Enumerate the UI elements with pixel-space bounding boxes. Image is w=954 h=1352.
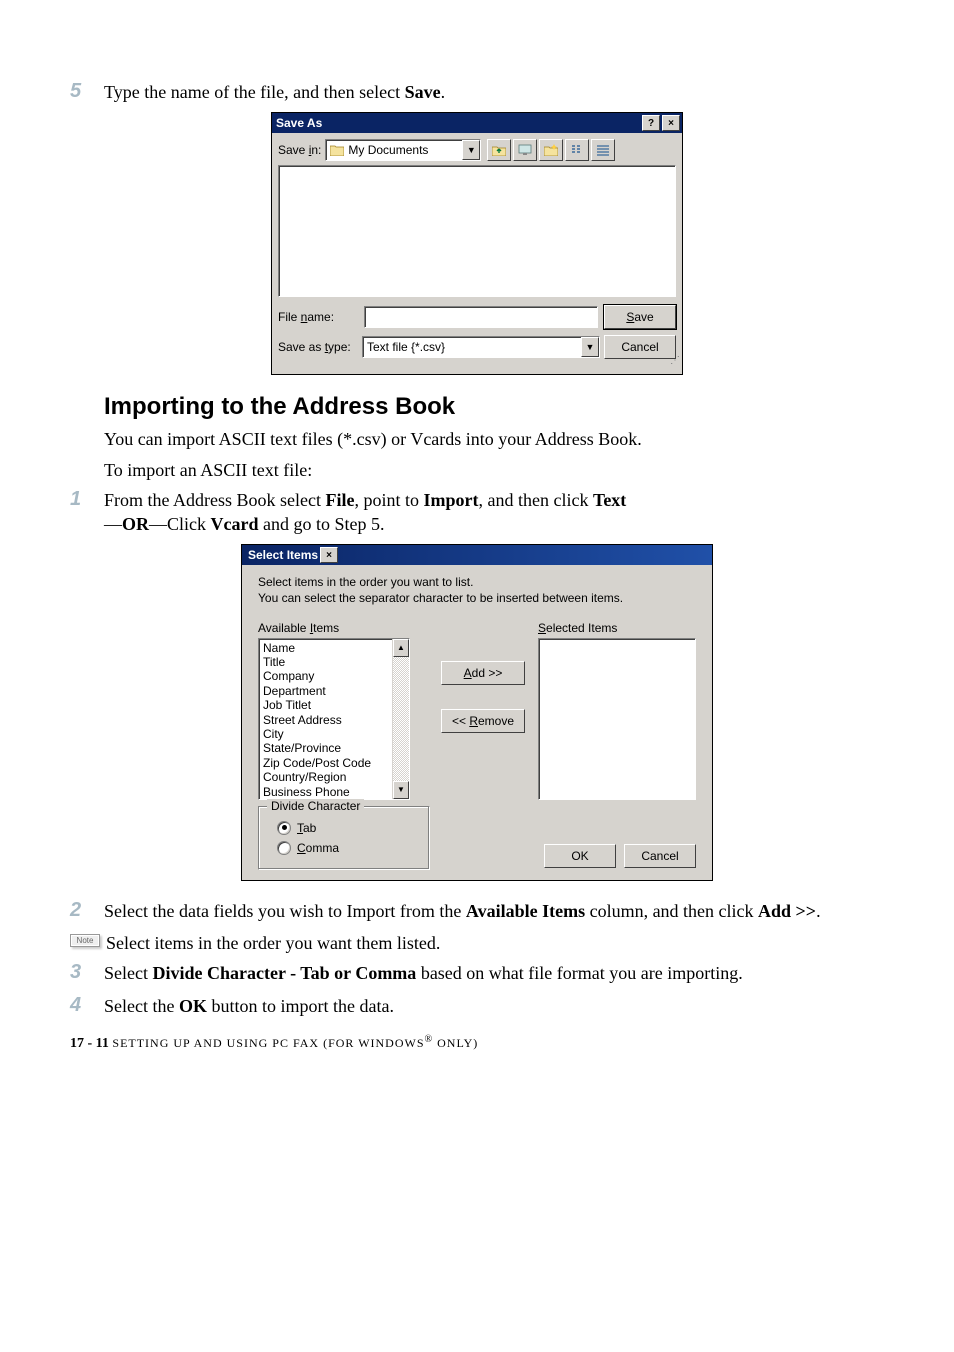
save-in-label: Save in: bbox=[278, 143, 321, 157]
step-4: 4 Select the OK button to import the dat… bbox=[70, 994, 884, 1018]
scroll-down-icon[interactable]: ▼ bbox=[393, 781, 409, 799]
list-item[interactable]: State/Province bbox=[263, 741, 388, 755]
add-button[interactable]: Add >> bbox=[441, 661, 525, 685]
ok-button[interactable]: OK bbox=[544, 844, 616, 868]
page-footer: 17 - 11 SETTING UP AND USING PC FAX (FOR… bbox=[70, 1034, 884, 1052]
folder-icon bbox=[330, 144, 344, 156]
new-folder-button[interactable] bbox=[539, 139, 563, 161]
list-item[interactable]: Country/Region bbox=[263, 770, 388, 784]
dialog-titlebar: Select Items × bbox=[242, 545, 712, 565]
file-name-field[interactable] bbox=[364, 306, 598, 328]
note-icon: Note bbox=[70, 934, 100, 947]
save-type-label: Save as type: bbox=[278, 340, 358, 354]
step-3: 3 Select Divide Character - Tab or Comma… bbox=[70, 961, 884, 985]
scrollbar[interactable]: ▲ ▼ bbox=[392, 639, 409, 799]
note: Note Select items in the order you want … bbox=[70, 931, 884, 955]
step-number: 2 bbox=[70, 899, 104, 922]
list-item[interactable]: Name bbox=[263, 641, 388, 655]
save-as-dialog: Save As ? × Save in: My Documents ▼ bbox=[271, 112, 683, 375]
available-items-listbox[interactable]: Name Title Company Department Job Titlet… bbox=[258, 638, 410, 800]
selected-items-label: Selected Items bbox=[538, 621, 696, 635]
cancel-button[interactable]: Cancel bbox=[624, 844, 696, 868]
step-number: 4 bbox=[70, 994, 104, 1017]
body-paragraph: You can import ASCII text files (*.csv) … bbox=[104, 427, 884, 451]
page-number: 17 - 11 bbox=[70, 1036, 109, 1051]
dialog-title: Save As bbox=[276, 116, 322, 130]
file-list[interactable] bbox=[278, 165, 676, 297]
step-number: 3 bbox=[70, 961, 104, 984]
remove-button[interactable]: << Remove bbox=[441, 709, 525, 733]
list-item[interactable]: Company bbox=[263, 669, 388, 683]
list-item[interactable]: Street Address bbox=[263, 713, 388, 727]
radio-tab[interactable]: Tab bbox=[277, 821, 419, 835]
desktop-icon bbox=[518, 144, 532, 156]
save-in-value: My Documents bbox=[348, 143, 428, 157]
body-paragraph: To import an ASCII text file: bbox=[104, 458, 884, 482]
step-text: Select the data fields you wish to Impor… bbox=[104, 899, 884, 923]
step-5: 5 Type the name of the file, and then se… bbox=[70, 80, 884, 104]
list-item[interactable]: City bbox=[263, 727, 388, 741]
list-item[interactable]: Business Phone bbox=[263, 785, 388, 799]
available-items-label: Available Items bbox=[258, 621, 428, 635]
list-view-button[interactable] bbox=[565, 139, 589, 161]
chapter-title: SETTING UP AND USING PC FAX (FOR WINDOWS… bbox=[112, 1036, 478, 1050]
step-text: Select Divide Character - Tab or Comma b… bbox=[104, 961, 884, 985]
chevron-down-icon[interactable]: ▼ bbox=[462, 140, 480, 160]
selected-items-listbox[interactable] bbox=[538, 638, 696, 800]
desktop-button[interactable] bbox=[513, 139, 537, 161]
list-view-icon bbox=[570, 144, 584, 156]
close-button[interactable]: × bbox=[662, 115, 680, 131]
radio-icon bbox=[277, 841, 291, 855]
save-button[interactable]: Save bbox=[604, 305, 676, 329]
list-item[interactable]: Department bbox=[263, 684, 388, 698]
up-one-level-button[interactable] bbox=[487, 139, 511, 161]
step-1: 1 From the Address Book select File, poi… bbox=[70, 488, 884, 537]
divide-character-group: Divide Character Tab Comma bbox=[258, 806, 430, 870]
new-folder-icon bbox=[544, 144, 558, 156]
group-legend: Divide Character bbox=[267, 799, 364, 813]
step-2: 2 Select the data fields you wish to Imp… bbox=[70, 899, 884, 923]
scroll-up-icon[interactable]: ▲ bbox=[393, 639, 409, 657]
step-text: From the Address Book select File, point… bbox=[104, 488, 884, 537]
details-view-button[interactable] bbox=[591, 139, 615, 161]
save-type-combo[interactable]: Text file {*.csv} ▼ bbox=[362, 336, 600, 358]
step-number: 5 bbox=[70, 80, 104, 103]
list-item[interactable]: Title bbox=[263, 655, 388, 669]
cancel-button[interactable]: Cancel bbox=[604, 335, 676, 359]
step-text: Select the OK button to import the data. bbox=[104, 994, 884, 1018]
list-item[interactable]: Zip Code/Post Code bbox=[263, 756, 388, 770]
dialog-title: Select Items bbox=[248, 548, 318, 562]
dialog-instructions: Select items in the order you want to li… bbox=[258, 575, 696, 606]
details-view-icon bbox=[596, 144, 610, 156]
save-in-combo[interactable]: My Documents ▼ bbox=[325, 139, 481, 161]
note-text: Select items in the order you want them … bbox=[106, 931, 884, 955]
step-number: 1 bbox=[70, 488, 104, 511]
up-folder-icon bbox=[492, 144, 506, 156]
file-name-label: File name: bbox=[278, 310, 358, 324]
list-item[interactable]: Job Titlet bbox=[263, 698, 388, 712]
select-items-dialog: Select Items × Select items in the order… bbox=[241, 544, 713, 880]
step-text: Type the name of the file, and then sele… bbox=[104, 80, 884, 104]
section-heading: Importing to the Address Book bbox=[104, 393, 884, 421]
radio-comma[interactable]: Comma bbox=[277, 841, 419, 855]
help-button[interactable]: ? bbox=[642, 115, 660, 131]
close-button[interactable]: × bbox=[320, 547, 338, 563]
radio-icon bbox=[277, 821, 291, 835]
chevron-down-icon[interactable]: ▼ bbox=[581, 337, 599, 357]
save-type-value: Text file {*.csv} bbox=[367, 340, 445, 354]
dialog-titlebar: Save As ? × bbox=[272, 113, 682, 133]
